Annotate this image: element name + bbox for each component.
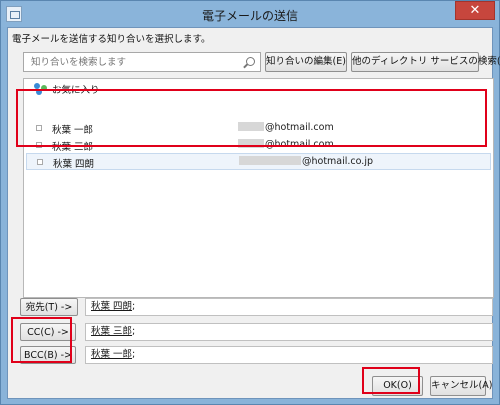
close-icon: ✕ — [469, 3, 481, 18]
search-directory-button[interactable]: 他のディレクトリ サービスの検索(L) — [351, 52, 500, 72]
email-send-dialog: 電子メールの送信 ✕ 電子メールを送信する知り合いを選択します。 知り合いの編集… — [0, 0, 500, 405]
highlight-cc-bcc — [11, 317, 72, 363]
highlight-contacts — [16, 89, 487, 147]
search-icon[interactable] — [246, 57, 255, 66]
edit-contacts-button[interactable]: 知り合いの編集(E) — [265, 52, 347, 72]
close-button[interactable]: ✕ — [455, 1, 495, 20]
contact-row-selected[interactable]: 秋葉 四朗 @hotmail.co.jp — [26, 153, 491, 170]
to-button[interactable]: 宛先(T) -> — [20, 298, 78, 316]
bcc-field[interactable]: 秋葉 一郎; — [85, 346, 493, 364]
search-input[interactable] — [24, 53, 242, 71]
to-field[interactable]: 秋葉 四朗; — [85, 298, 493, 316]
contact-checkbox[interactable] — [37, 159, 43, 165]
contact-name: 秋葉 四朗 — [53, 159, 95, 170]
cancel-button[interactable]: キャンセル(A) — [430, 376, 492, 396]
highlight-ok — [362, 367, 420, 394]
search-box[interactable] — [23, 52, 261, 72]
title-bar[interactable]: 電子メールの送信 ✕ — [1, 1, 499, 27]
dialog-body: 電子メールを送信する知り合いを選択します。 知り合いの編集(E) 他のディレクト… — [7, 27, 500, 399]
redacted-mark — [239, 156, 301, 165]
cc-field[interactable]: 秋葉 三郎; — [85, 323, 493, 341]
contact-email: @hotmail.co.jp — [239, 156, 373, 167]
window-title: 電子メールの送信 — [201, 9, 298, 23]
instruction-text: 電子メールを送信する知り合いを選択します。 — [12, 34, 211, 45]
